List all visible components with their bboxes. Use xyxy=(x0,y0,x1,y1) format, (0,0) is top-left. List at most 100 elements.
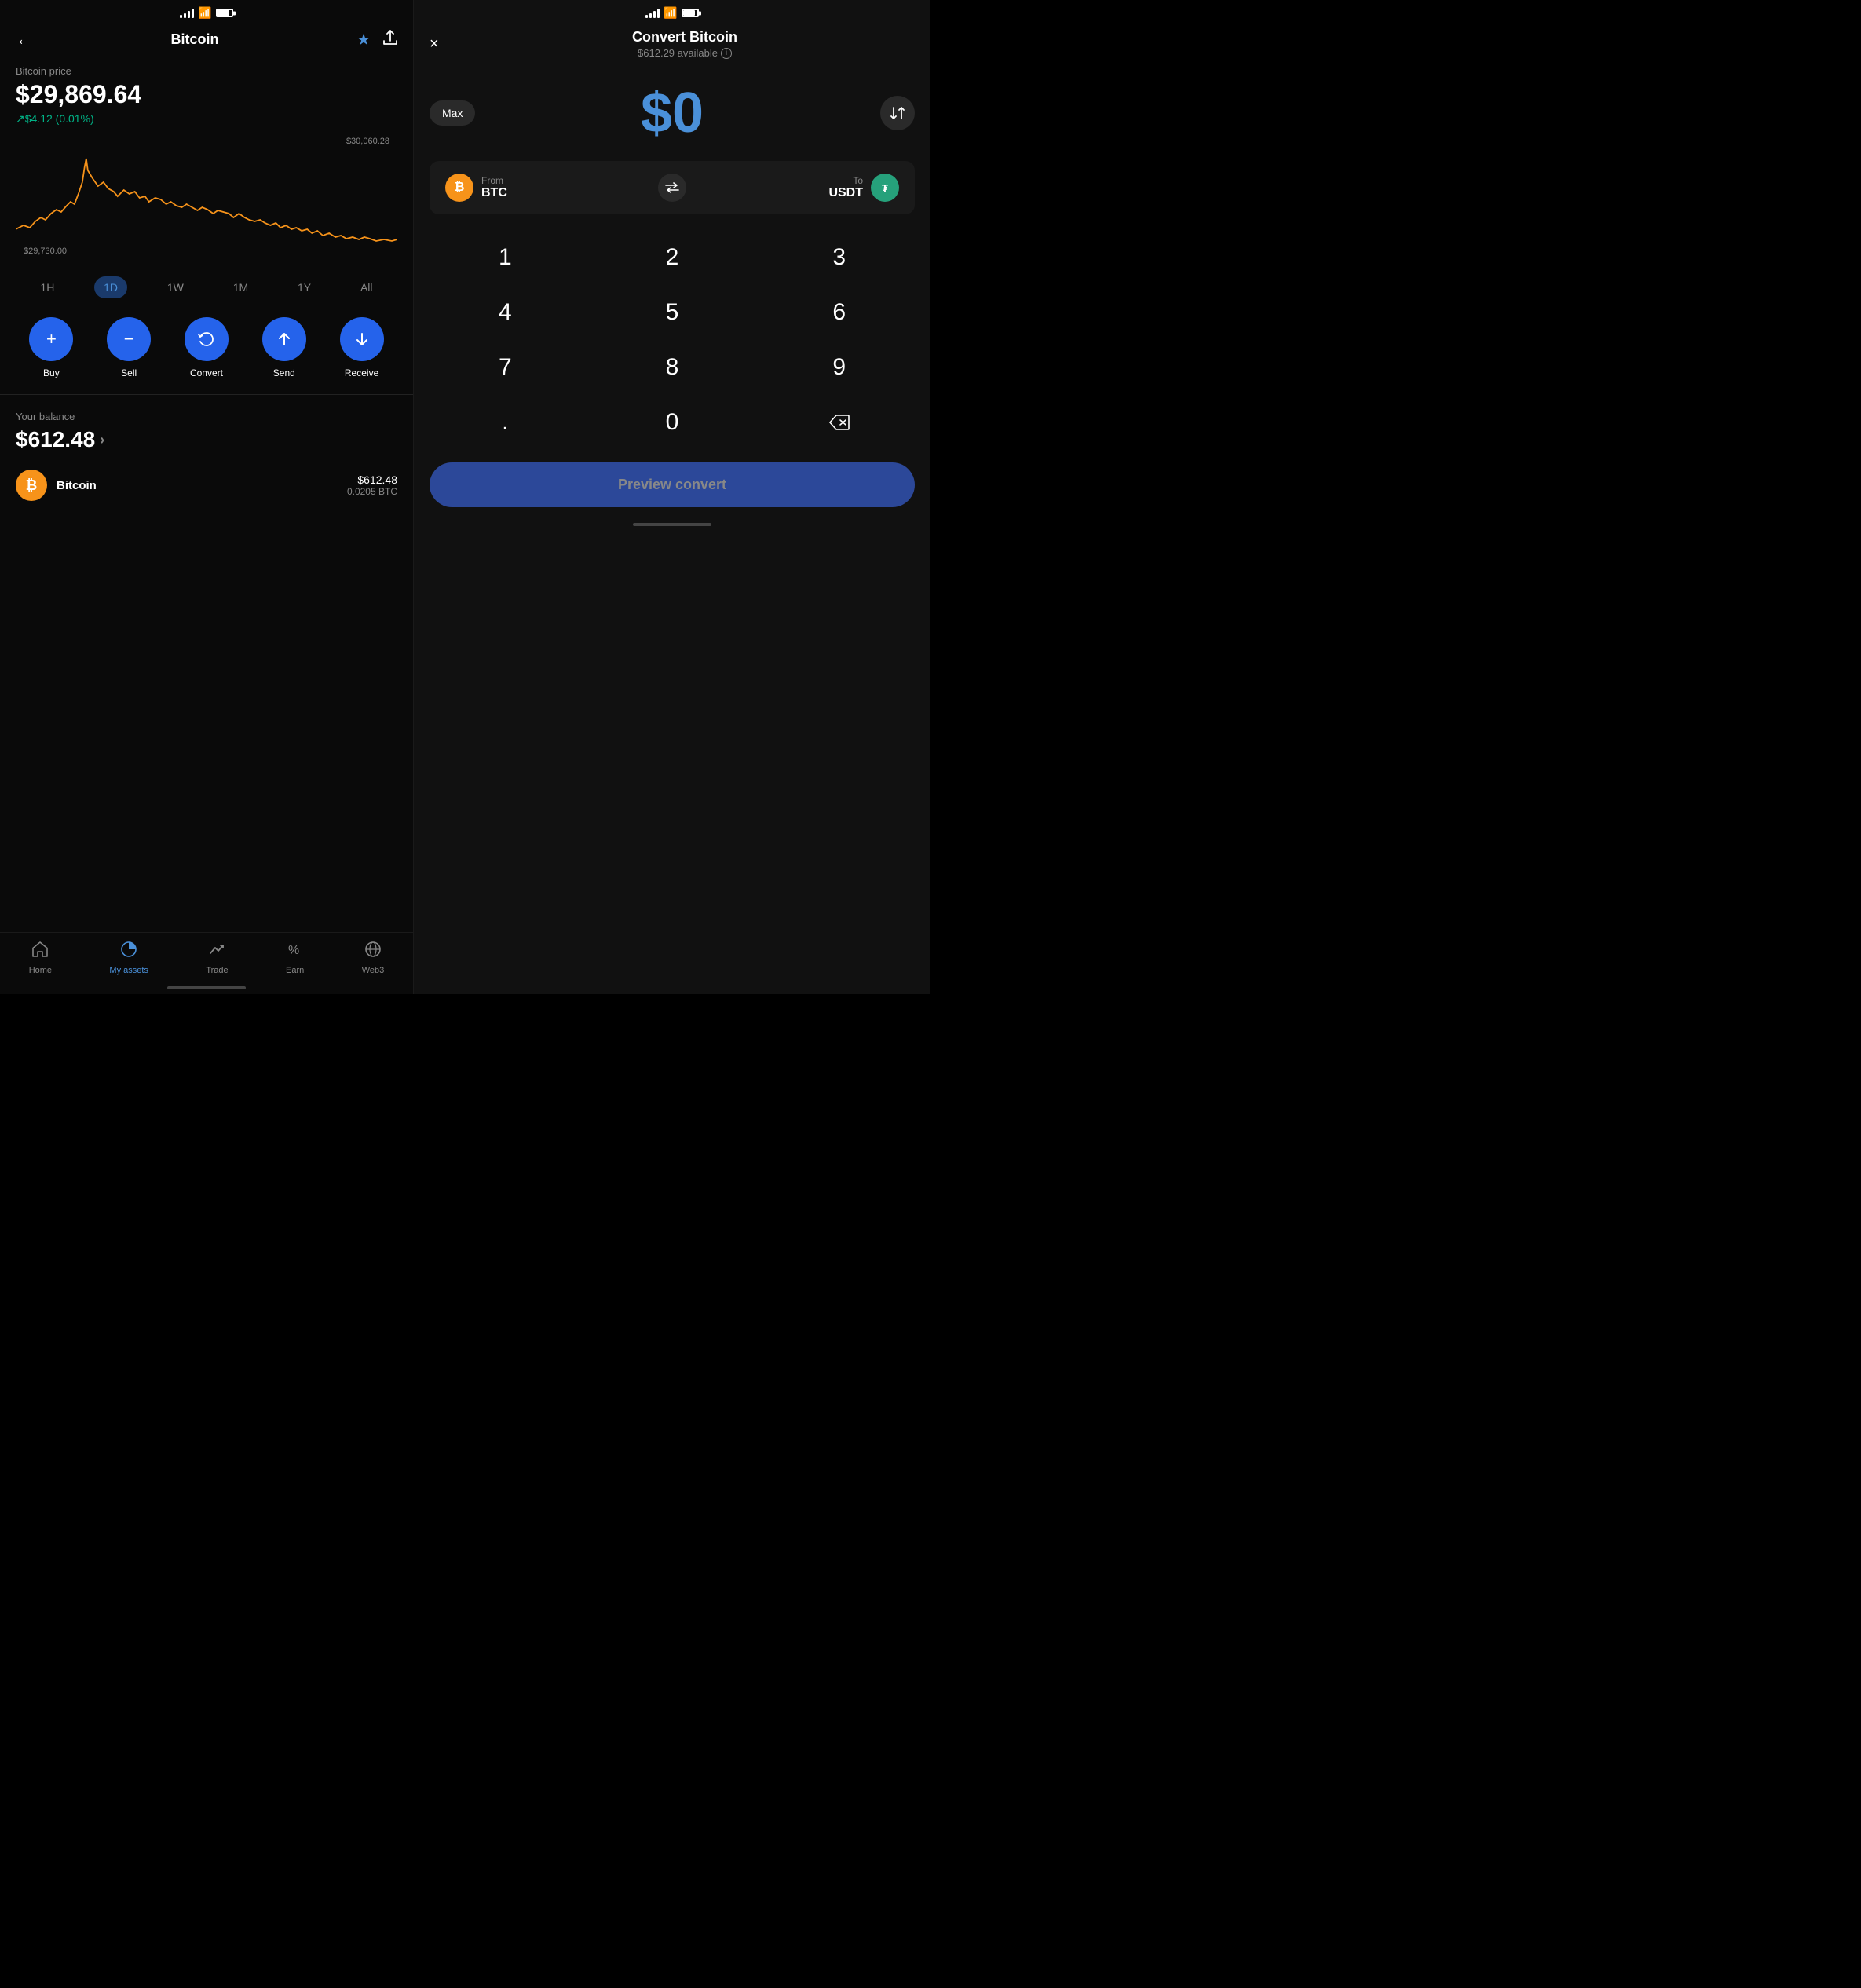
nav-actions: ★ xyxy=(356,30,397,49)
right-panel: 📶 × Convert Bitcoin $612.29 available i … xyxy=(414,0,930,994)
from-section[interactable]: ₿ From BTC xyxy=(445,174,649,202)
key-8[interactable]: 8 xyxy=(589,340,756,395)
convert-title-area: Convert Bitcoin $612.29 available i xyxy=(455,29,915,59)
balance-amount[interactable]: $612.48 › xyxy=(16,427,397,452)
price-chart: $30,060.28 $29,730.00 xyxy=(0,129,413,270)
key-backspace[interactable] xyxy=(755,395,923,450)
key-0[interactable]: 0 xyxy=(589,395,756,450)
time-filters: 1H 1D 1W 1M 1Y All xyxy=(0,270,413,311)
time-filter-1w[interactable]: 1W xyxy=(158,276,193,298)
buy-button[interactable]: + Buy xyxy=(29,317,73,378)
sell-label: Sell xyxy=(121,367,137,378)
signal-icon-right xyxy=(645,9,660,18)
status-bar-right: 📶 xyxy=(414,0,930,23)
nav-home-label: Home xyxy=(29,966,52,975)
time-filter-all[interactable]: All xyxy=(351,276,382,298)
time-filter-1m[interactable]: 1M xyxy=(224,276,258,298)
key-decimal[interactable]: . xyxy=(422,395,589,450)
receive-button[interactable]: Receive xyxy=(340,317,384,378)
receive-label: Receive xyxy=(345,367,378,378)
convert-header: × Convert Bitcoin $612.29 available i xyxy=(414,23,930,62)
key-1[interactable]: 1 xyxy=(422,230,589,285)
chevron-right-icon: › xyxy=(100,432,104,448)
time-filter-1y[interactable]: 1Y xyxy=(288,276,320,298)
send-button[interactable]: Send xyxy=(262,317,306,378)
favorite-icon[interactable]: ★ xyxy=(356,30,371,49)
asset-values: $612.48 0.0205 BTC xyxy=(347,473,397,497)
my-assets-icon xyxy=(120,941,137,963)
send-icon xyxy=(262,317,306,361)
back-button[interactable]: ← xyxy=(16,29,33,49)
convert-icon xyxy=(185,317,229,361)
key-4[interactable]: 4 xyxy=(422,285,589,340)
from-info: From BTC xyxy=(481,175,507,200)
balance-label: Your balance xyxy=(16,411,397,422)
send-label: Send xyxy=(273,367,295,378)
amount-display: Max $0 xyxy=(414,62,930,161)
time-filter-1d[interactable]: 1D xyxy=(94,276,127,298)
conversion-row: ₿ From BTC To USDT ₮ xyxy=(430,161,915,214)
sell-icon: − xyxy=(107,317,151,361)
info-icon[interactable]: i xyxy=(721,48,732,59)
signal-icon xyxy=(180,9,194,18)
bitcoin-icon: ₿ xyxy=(16,470,47,501)
wifi-icon: 📶 xyxy=(198,6,211,20)
key-5[interactable]: 5 xyxy=(589,285,756,340)
time-filter-1h[interactable]: 1H xyxy=(31,276,64,298)
btc-coin-icon: ₿ xyxy=(445,174,473,202)
wifi-icon-right: 📶 xyxy=(664,6,677,20)
svg-text:%: % xyxy=(288,944,299,957)
home-indicator xyxy=(167,986,246,989)
to-section[interactable]: To USDT ₮ xyxy=(696,174,899,202)
price-label: Bitcoin price xyxy=(16,65,397,77)
home-icon xyxy=(31,941,49,963)
preview-convert-button[interactable]: Preview convert xyxy=(430,462,915,507)
trade-icon xyxy=(208,941,225,963)
key-9[interactable]: 9 xyxy=(755,340,923,395)
asset-row[interactable]: ₿ Bitcoin $612.48 0.0205 BTC xyxy=(0,459,413,512)
buy-label: Buy xyxy=(43,367,60,378)
battery-icon-right xyxy=(682,9,699,17)
to-label: To xyxy=(828,175,863,186)
nav-web3-label: Web3 xyxy=(362,966,385,975)
convert-title: Convert Bitcoin xyxy=(455,29,915,46)
balance-section: Your balance $612.48 › xyxy=(0,395,413,459)
numpad: 1 2 3 4 5 6 7 8 9 . 0 xyxy=(414,230,930,450)
nav-earn[interactable]: % Earn xyxy=(286,941,304,975)
receive-icon xyxy=(340,317,384,361)
price-change: ↗$4.12 (0.01%) xyxy=(16,112,397,126)
nav-trade[interactable]: Trade xyxy=(206,941,228,975)
nav-my-assets[interactable]: My assets xyxy=(109,941,148,975)
max-button[interactable]: Max xyxy=(430,100,475,126)
asset-usd-value: $612.48 xyxy=(347,473,397,486)
sell-button[interactable]: − Sell xyxy=(107,317,151,378)
chart-low-label: $29,730.00 xyxy=(24,247,67,256)
nav-web3[interactable]: Web3 xyxy=(362,941,385,975)
buy-icon: + xyxy=(29,317,73,361)
bottom-nav: Home My assets Trade % xyxy=(0,932,413,994)
key-6[interactable]: 6 xyxy=(755,285,923,340)
swap-direction-button[interactable] xyxy=(880,96,915,130)
asset-btc-value: 0.0205 BTC xyxy=(347,486,397,497)
asset-name: Bitcoin xyxy=(57,479,338,492)
nav-my-assets-label: My assets xyxy=(109,966,148,975)
share-icon[interactable] xyxy=(383,30,397,49)
key-2[interactable]: 2 xyxy=(589,230,756,285)
bitcoin-price: $29,869.64 xyxy=(16,80,397,109)
convert-available: $612.29 available i xyxy=(455,47,915,59)
nav-home[interactable]: Home xyxy=(29,941,52,975)
chart-svg xyxy=(16,135,397,253)
convert-button[interactable]: Convert xyxy=(185,317,229,378)
key-3[interactable]: 3 xyxy=(755,230,923,285)
swap-pair-button[interactable] xyxy=(658,174,686,202)
from-value: BTC xyxy=(481,186,507,200)
home-indicator-right xyxy=(633,523,711,526)
web3-icon xyxy=(364,941,382,963)
usdt-coin-icon: ₮ xyxy=(871,174,899,202)
key-7[interactable]: 7 xyxy=(422,340,589,395)
nav-earn-label: Earn xyxy=(286,966,304,975)
close-button[interactable]: × xyxy=(430,35,455,53)
earn-icon: % xyxy=(287,941,304,963)
action-buttons: + Buy − Sell Convert Send xyxy=(0,311,413,394)
price-section: Bitcoin price $29,869.64 ↗$4.12 (0.01%) xyxy=(0,59,413,129)
